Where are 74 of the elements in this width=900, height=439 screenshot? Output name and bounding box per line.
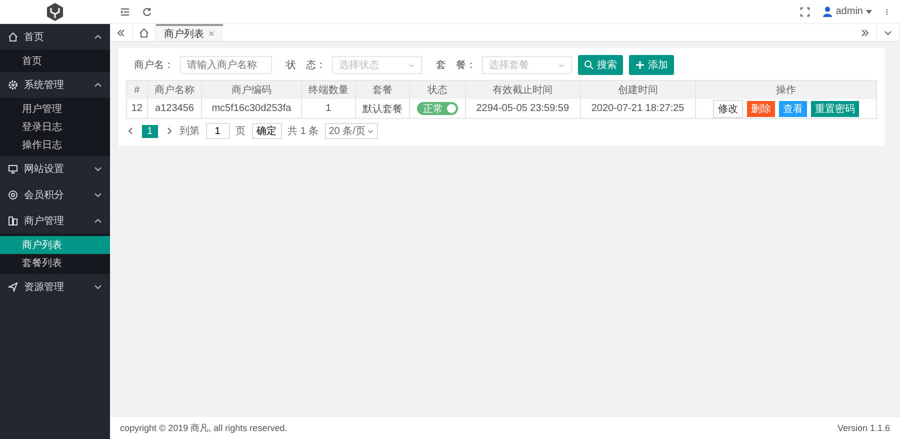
sidebar-group[interactable]: 会员积分 bbox=[0, 182, 110, 208]
monitor-icon bbox=[8, 164, 18, 174]
copyright-text: copyright © 2019 商凡, all rights reserved. bbox=[120, 422, 288, 434]
table-cell: a123456 bbox=[147, 99, 202, 118]
home-icon bbox=[8, 32, 18, 42]
column-header: 商户编码 bbox=[202, 80, 302, 99]
double-chevron-right-icon bbox=[860, 28, 870, 38]
sidebar-item[interactable]: 操作日志 bbox=[0, 136, 110, 154]
plus-icon bbox=[635, 60, 645, 70]
column-header: 终端数量 bbox=[301, 80, 356, 99]
sidebar-item[interactable]: 首页 bbox=[0, 52, 110, 70]
sidebar-group[interactable]: 网站设置 bbox=[0, 156, 110, 182]
column-header: 商户名称 bbox=[147, 80, 202, 99]
close-icon[interactable] bbox=[208, 30, 215, 37]
sidebar-group[interactable]: 商户管理 bbox=[0, 208, 110, 234]
chevron-icon bbox=[94, 165, 102, 173]
gear-icon bbox=[8, 80, 18, 90]
sidebar-item[interactable]: 用户管理 bbox=[0, 100, 110, 118]
page-button[interactable]: 1 bbox=[142, 124, 158, 138]
sidebar-group[interactable]: 系统管理 bbox=[0, 72, 110, 98]
sidebar-group[interactable]: 首页 bbox=[0, 24, 110, 50]
refresh-icon bbox=[142, 6, 152, 16]
column-header: 套餐 bbox=[356, 80, 410, 99]
table-cell: 12 bbox=[126, 99, 148, 118]
table-cell: 1 bbox=[301, 99, 356, 118]
menu-icon bbox=[120, 6, 130, 16]
column-header: 有效截止时间 bbox=[465, 80, 580, 99]
send-icon bbox=[8, 282, 18, 292]
confirm-button[interactable]: 确定 bbox=[252, 123, 282, 139]
chevron-icon bbox=[94, 81, 102, 89]
page-label: 页 bbox=[236, 125, 246, 138]
reset-password-button[interactable]: 重置密码 bbox=[810, 100, 859, 116]
edit-button[interactable]: 修改 bbox=[712, 100, 743, 118]
filter-label: 商户名： bbox=[134, 58, 174, 72]
filter-label: 状 态： bbox=[286, 58, 326, 72]
filter-label: 套 餐： bbox=[436, 58, 476, 72]
fullscreen-icon bbox=[800, 6, 810, 16]
column-header: 操作 bbox=[695, 80, 876, 99]
add-button[interactable]: 添加 bbox=[629, 55, 674, 75]
home-icon bbox=[139, 28, 149, 38]
chevron-icon bbox=[94, 191, 102, 199]
goto-label: 到第 bbox=[180, 125, 200, 138]
search-button[interactable]: 搜索 bbox=[578, 55, 623, 75]
more-icon bbox=[884, 6, 890, 16]
table-cell: 2294-05-05 23:59:59 bbox=[465, 99, 580, 118]
column-header: # bbox=[126, 80, 148, 99]
user-menu[interactable]: admin bbox=[822, 6, 872, 17]
input-field[interactable]: 请输入商户名称 bbox=[180, 56, 272, 74]
sidebar-group[interactable]: 资源管理 bbox=[0, 274, 110, 300]
total-count: 共 1 条 bbox=[288, 124, 319, 138]
caret-icon bbox=[367, 128, 374, 134]
target-icon bbox=[8, 190, 18, 200]
caret-icon bbox=[408, 62, 415, 68]
sidebar-item[interactable]: 商户列表 bbox=[0, 236, 110, 254]
page-size-select[interactable]: 20 条/页 bbox=[324, 123, 378, 139]
caret-icon bbox=[866, 10, 872, 14]
page-input[interactable]: 1 bbox=[206, 123, 230, 139]
chevron-icon bbox=[94, 283, 102, 291]
sidebar-item[interactable]: 套餐列表 bbox=[0, 254, 110, 272]
page-tab[interactable]: 商户列表 bbox=[156, 24, 223, 41]
search-icon bbox=[584, 60, 594, 70]
caret-icon bbox=[558, 62, 565, 68]
column-header: 创建时间 bbox=[580, 80, 696, 99]
table-cell: 2020-07-21 18:27:25 bbox=[580, 99, 696, 118]
version-text: Version 1.1.6 bbox=[837, 423, 890, 433]
chevron-icon bbox=[94, 33, 102, 41]
double-chevron-left-icon bbox=[116, 28, 126, 38]
chevron-icon bbox=[94, 217, 102, 225]
sidebar-item[interactable]: 登录日志 bbox=[0, 118, 110, 136]
table-cell: 默认套餐 bbox=[356, 99, 410, 118]
building-icon bbox=[8, 216, 18, 226]
table-cell: mc5f16c30d253fa bbox=[202, 99, 302, 118]
column-header: 状态 bbox=[410, 80, 466, 99]
user-avatar-icon bbox=[822, 6, 833, 17]
